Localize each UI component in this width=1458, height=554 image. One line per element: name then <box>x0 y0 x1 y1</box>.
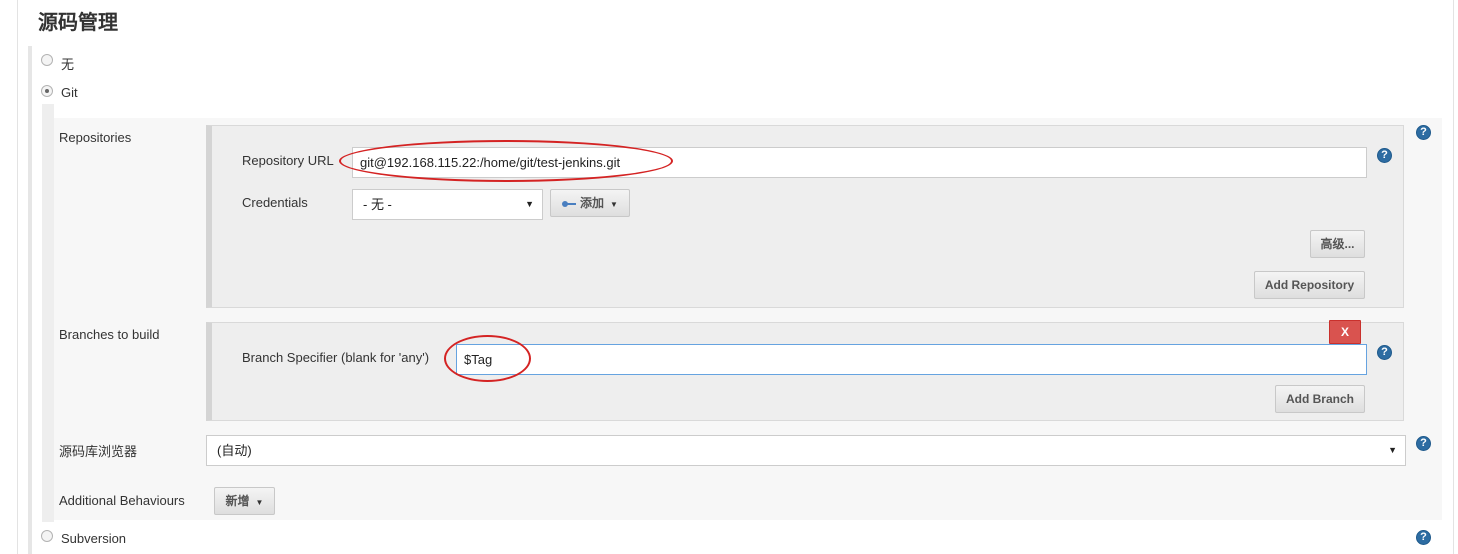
subversion-help-icon[interactable]: ? <box>1416 530 1431 545</box>
credentials-caret-icon: ▼ <box>525 199 534 209</box>
browser-value: (自动) <box>217 443 252 458</box>
advanced-button[interactable]: 高级... <box>1310 230 1365 258</box>
chevron-down-icon: ▼ <box>255 498 264 507</box>
branch-specifier-label: Branch Specifier (blank for 'any') <box>242 350 430 365</box>
branches-label: Branches to build <box>59 327 160 342</box>
credentials-select[interactable]: - 无 - ▼ <box>352 189 543 220</box>
add-credentials-button[interactable]: 添加 ▼ <box>550 189 630 217</box>
branch-specifier-input[interactable]: $Tag <box>456 344 1367 375</box>
branch-specifier-help-icon[interactable]: ? <box>1377 345 1392 360</box>
repositories-label: Repositories <box>59 130 132 145</box>
section-title: 源码管理 <box>38 12 118 34</box>
browser-select[interactable]: (自动) ▼ <box>206 435 1406 466</box>
credentials-label: Credentials <box>242 195 308 210</box>
git-config-bar <box>42 104 54 522</box>
radio-subversion-label[interactable]: Subversion <box>61 531 126 546</box>
browser-caret-icon: ▼ <box>1388 445 1397 455</box>
additional-add-button[interactable]: 新增 ▼ <box>214 487 275 515</box>
browser-help-icon[interactable]: ? <box>1416 436 1431 451</box>
repo-url-label: Repository URL <box>242 153 334 168</box>
radio-git[interactable] <box>41 85 53 97</box>
chevron-down-icon: ▼ <box>610 200 618 209</box>
repo-url-input[interactable]: git@192.168.115.22:/home/git/test-jenkin… <box>352 147 1367 178</box>
credentials-value: - 无 - <box>363 197 392 212</box>
radio-git-label[interactable]: Git <box>61 85 78 100</box>
add-credentials-label: 添加 <box>580 196 605 210</box>
radio-none[interactable] <box>41 54 53 66</box>
repositories-help-icon[interactable]: ? <box>1416 125 1431 140</box>
additional-add-label: 新增 <box>225 494 250 508</box>
add-branch-button[interactable]: Add Branch <box>1275 385 1365 413</box>
key-icon <box>562 200 577 208</box>
add-repository-button[interactable]: Add Repository <box>1254 271 1365 299</box>
radio-none-label[interactable]: 无 <box>61 54 74 73</box>
additional-behaviours-label: Additional Behaviours <box>59 493 185 508</box>
radio-subversion[interactable] <box>41 530 53 542</box>
delete-branch-button[interactable]: X <box>1329 320 1361 344</box>
repo-url-help-icon[interactable]: ? <box>1377 148 1392 163</box>
browser-label: 源码库浏览器 <box>59 444 138 459</box>
